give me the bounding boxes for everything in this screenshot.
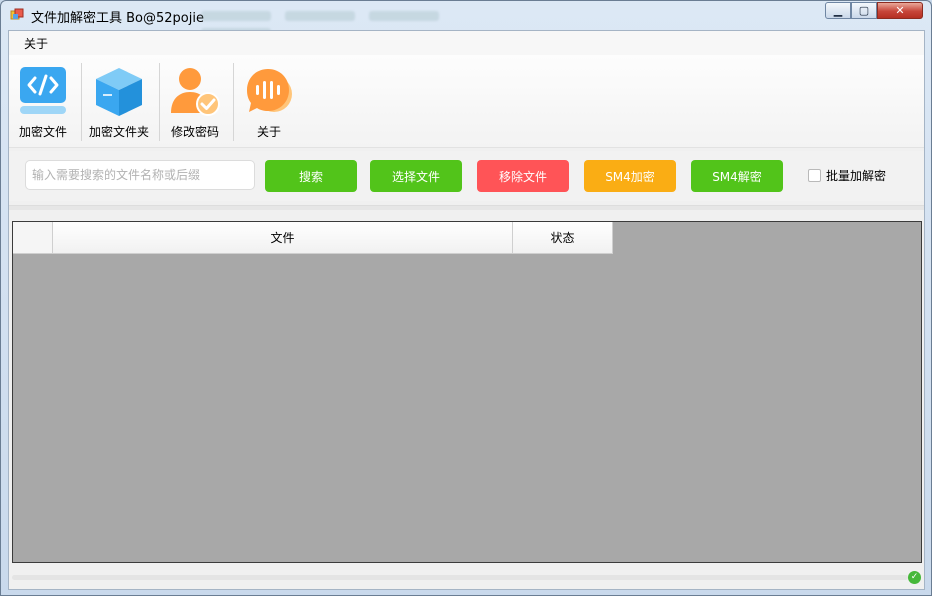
divider [9,205,924,210]
maximize-button[interactable]: ▢ [851,2,877,19]
column-header-status[interactable]: 状态 [513,222,613,254]
maximize-icon: ▢ [858,4,870,17]
toolbar-encrypt-folder-label: 加密文件夹 [88,125,149,139]
column-header-file[interactable]: 文件 [53,222,513,254]
row-header-corner[interactable] [13,222,53,254]
toolbar-about[interactable]: 关于 [233,65,305,145]
box-icon [96,68,142,116]
menu-about[interactable]: 关于 [17,35,55,52]
toolbar-separator [81,63,82,141]
remove-file-button[interactable]: 移除文件 [477,160,569,192]
toolbar-change-password[interactable]: 修改密码 [159,65,231,145]
file-table[interactable]: 文件 状态 [12,221,922,563]
close-icon: ✕ [895,4,905,17]
minimize-icon: ▁ [833,4,843,17]
chat-bubble-icon [247,69,292,112]
toolbar-change-password-label: 修改密码 [170,125,219,139]
toolbar-encrypt-file[interactable]: 加密文件 [7,65,79,145]
toolbar-encrypt-file-label: 加密文件 [18,125,67,139]
minimize-button[interactable]: ▁ [825,2,851,19]
select-file-button[interactable]: 选择文件 [370,160,462,192]
batch-checkbox-label: 批量加解密 [826,169,887,183]
app-window: 文件加解密工具 Bo@52pojie ▁ ▢ ✕ 关于 加密文件 加密文件夹 修… [0,0,932,596]
toolbar: 加密文件 加密文件夹 修改密码 关于 [9,55,924,148]
batch-checkbox[interactable] [808,169,821,182]
check-circle-icon: ✓ [908,571,921,584]
toolbar-encrypt-folder[interactable]: 加密文件夹 [83,65,155,145]
window-title: 文件加解密工具 Bo@52pojie [31,11,204,26]
search-input[interactable] [25,160,255,190]
sm4-decrypt-button[interactable]: SM4解密 [691,160,783,192]
title-bar[interactable]: 文件加解密工具 Bo@52pojie ▁ ▢ ✕ [1,1,931,38]
batch-checkbox-control[interactable]: 批量加解密 [808,167,886,184]
search-bar: 搜索 选择文件 移除文件 SM4加密 SM4解密 批量加解密 [9,151,924,201]
background-taskbar-blur [201,7,531,38]
app-icon [10,8,24,20]
status-bar: ✓ [9,569,924,589]
menu-bar: 关于 [9,31,924,55]
client-area: 关于 加密文件 加密文件夹 修改密码 关于 输入需要搜索的文件名称或后缀 搜索 … [8,30,925,590]
table-header: 文件 状态 [13,222,613,254]
close-button[interactable]: ✕ [877,2,923,19]
progress-bar [12,575,908,580]
user-check-icon [171,68,220,116]
sm4-encrypt-button[interactable]: SM4加密 [584,160,676,192]
toolbar-about-label: 关于 [256,125,281,139]
search-button[interactable]: 搜索 [265,160,357,192]
code-file-icon [20,67,66,114]
